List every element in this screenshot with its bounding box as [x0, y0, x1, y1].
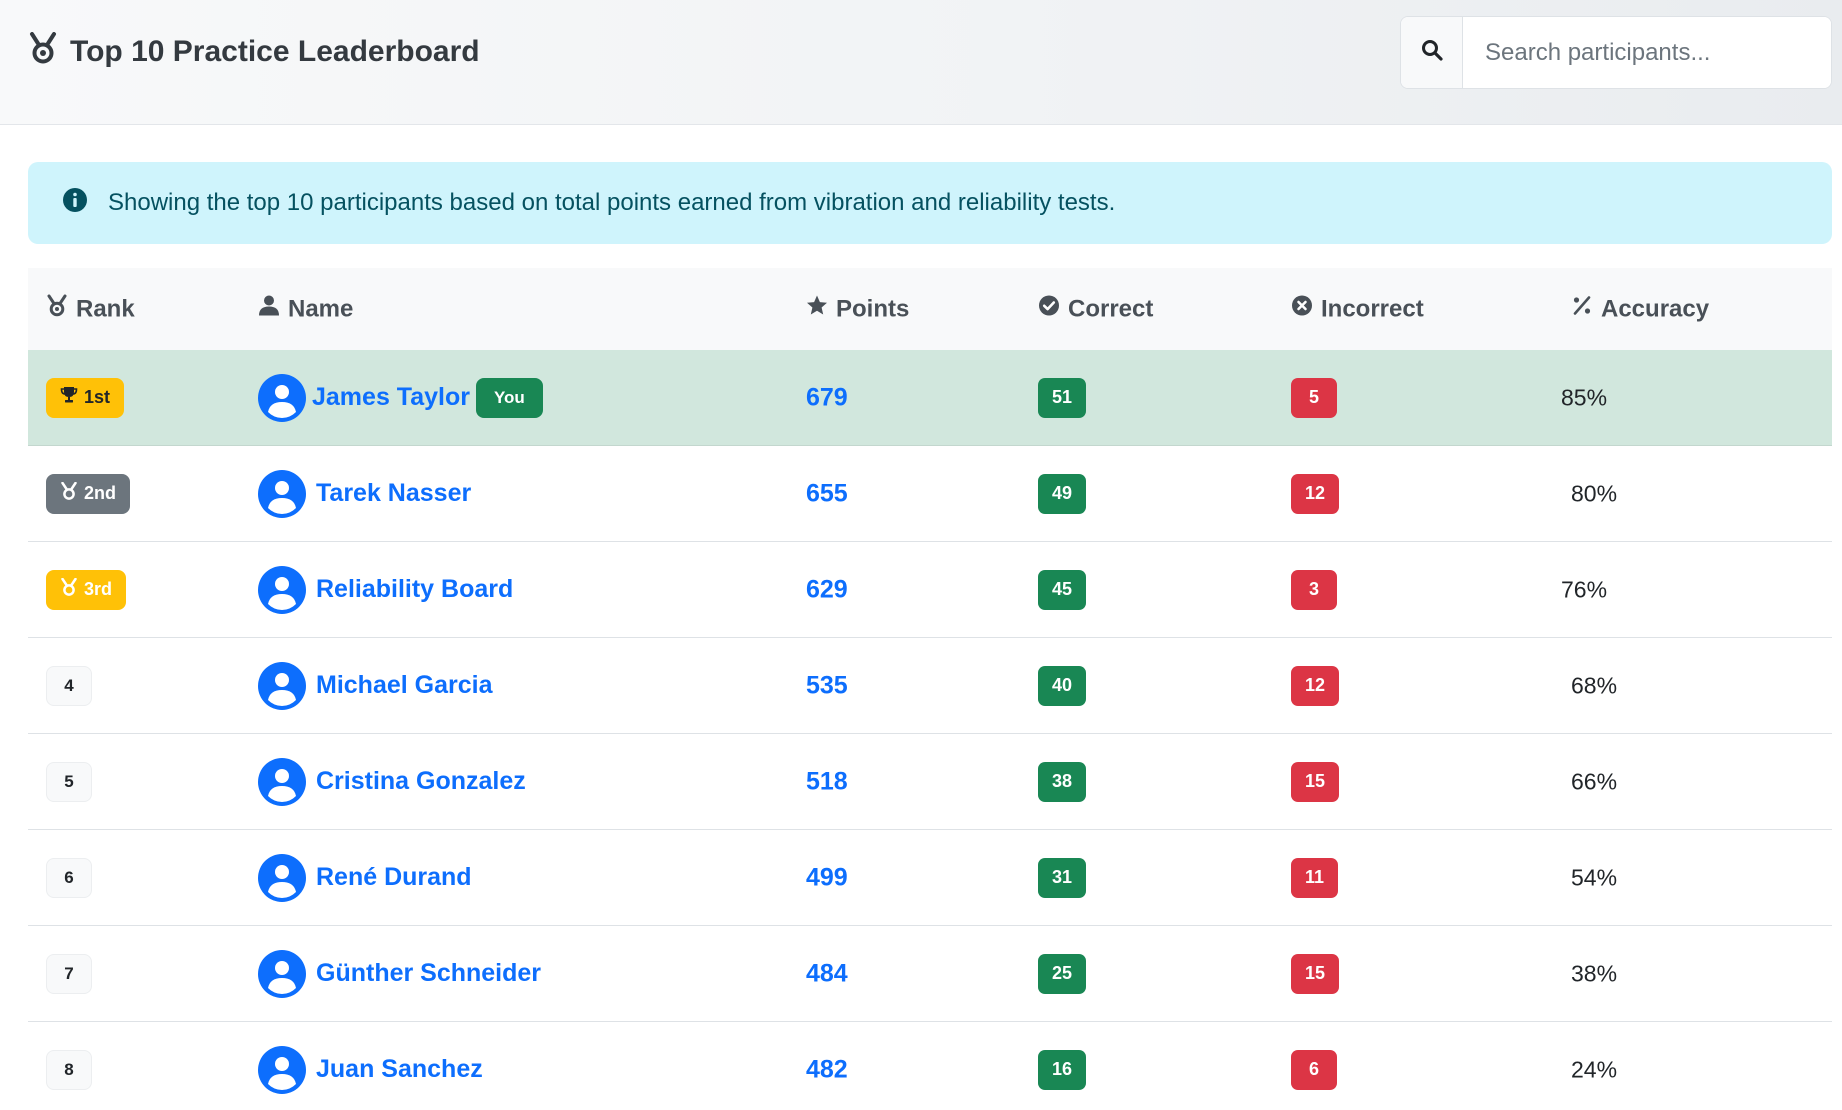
user-avatar-icon — [258, 949, 306, 998]
correct-badge: 16 — [1038, 1049, 1087, 1090]
table-row: 3rd Reliability Board 629 45 3 76% — [28, 542, 1832, 638]
user-avatar-icon — [258, 1045, 306, 1094]
participant-name-link[interactable]: Reliability Board — [316, 575, 513, 604]
points-value: 484 — [806, 959, 848, 987]
accuracy-value: 80% — [1571, 480, 1618, 506]
participant-name-link[interactable]: René Durand — [316, 863, 472, 892]
medal-icon — [46, 294, 68, 324]
percent-icon — [1571, 295, 1593, 324]
star-icon — [806, 295, 828, 324]
table-row: 2nd Tarek Nasser 655 49 12 80% — [28, 446, 1832, 542]
table-row: 6 René Durand 499 31 11 54% — [28, 830, 1832, 926]
incorrect-badge: 12 — [1291, 473, 1340, 514]
table-row: 5 Cristina Gonzalez 518 38 15 66% — [28, 734, 1832, 830]
rank-badge: 1st — [46, 377, 125, 418]
correct-badge: 51 — [1038, 377, 1087, 418]
column-header-accuracy[interactable]: Accuracy — [1571, 295, 1709, 324]
points-value: 482 — [806, 1055, 848, 1083]
user-avatar-icon — [258, 565, 306, 614]
column-header-correct[interactable]: Correct — [1038, 295, 1153, 324]
rank-badge: 6 — [46, 857, 92, 898]
points-value: 629 — [806, 575, 848, 603]
user-icon — [258, 295, 280, 324]
accuracy-value: 76% — [1561, 576, 1608, 602]
table-row: 7 Günther Schneider 484 25 15 38% — [28, 926, 1832, 1022]
points-value: 655 — [806, 479, 848, 507]
incorrect-badge: 3 — [1291, 569, 1337, 610]
incorrect-badge: 5 — [1291, 377, 1337, 418]
rank-badge: 4 — [46, 665, 92, 706]
incorrect-badge: 11 — [1291, 857, 1339, 898]
correct-badge: 38 — [1038, 761, 1087, 802]
you-badge: You — [475, 377, 543, 418]
check-circle-icon — [1038, 295, 1060, 324]
page-header: Top 10 Practice Leaderboard — [0, 0, 1842, 125]
points-value: 535 — [806, 671, 848, 699]
participant-name-link[interactable]: Cristina Gonzalez — [316, 767, 526, 796]
column-header-name[interactable]: Name — [258, 295, 353, 324]
correct-badge: 31 — [1038, 857, 1087, 898]
correct-badge: 45 — [1038, 569, 1087, 610]
accuracy-value: 24% — [1571, 1056, 1618, 1082]
user-avatar-icon — [258, 853, 306, 902]
incorrect-badge: 15 — [1291, 953, 1340, 994]
rank-badge: 5 — [46, 761, 92, 802]
rank-badge: 7 — [46, 953, 92, 994]
user-avatar-icon — [258, 757, 306, 806]
user-avatar-icon — [258, 373, 306, 422]
participant-name-link[interactable]: Michael Garcia — [316, 671, 492, 700]
incorrect-badge: 15 — [1291, 761, 1340, 802]
column-header-incorrect[interactable]: Incorrect — [1291, 295, 1424, 324]
participant-name-link[interactable]: Juan Sanchez — [316, 1055, 483, 1084]
participant-name-link[interactable]: Tarek Nasser — [316, 479, 471, 508]
leaderboard-table: Rank Name Points Correct Incorrect Accur… — [28, 268, 1832, 1110]
points-value: 679 — [806, 383, 848, 411]
page-title: Top 10 Practice Leaderboard — [28, 32, 480, 72]
search-input[interactable] — [1463, 17, 1831, 88]
table-row: 8 Juan Sanchez 482 16 6 24% — [28, 1022, 1832, 1110]
info-alert: Showing the top 10 participants based on… — [28, 162, 1832, 244]
page-title-text: Top 10 Practice Leaderboard — [70, 35, 480, 68]
search-group — [1400, 16, 1832, 89]
accuracy-value: 54% — [1571, 864, 1618, 890]
table-header: Rank Name Points Correct Incorrect Accur… — [28, 268, 1832, 350]
accuracy-value: 68% — [1571, 672, 1618, 698]
column-header-points[interactable]: Points — [806, 295, 909, 324]
incorrect-badge: 12 — [1291, 665, 1340, 706]
trophy-icon — [60, 386, 78, 409]
column-header-rank[interactable]: Rank — [46, 294, 135, 324]
correct-badge: 49 — [1038, 473, 1087, 514]
incorrect-badge: 6 — [1291, 1049, 1337, 1090]
user-avatar-icon — [258, 661, 306, 710]
points-value: 518 — [806, 767, 848, 795]
accuracy-value: 85% — [1561, 384, 1608, 410]
medal-icon — [60, 577, 78, 601]
rank-badge: 2nd — [46, 473, 131, 514]
rank-badge: 3rd — [46, 569, 127, 610]
table-row: 4 Michael Garcia 535 40 12 68% — [28, 638, 1832, 734]
search-button[interactable] — [1401, 17, 1463, 88]
medal-icon — [28, 32, 58, 72]
search-icon — [1420, 38, 1444, 67]
points-value: 499 — [806, 863, 848, 891]
correct-badge: 25 — [1038, 953, 1087, 994]
info-circle-icon — [62, 187, 88, 220]
accuracy-value: 66% — [1571, 768, 1618, 794]
rank-badge: 8 — [46, 1049, 92, 1090]
user-avatar-icon — [258, 469, 306, 518]
table-row-current-user: 1st James Taylor You 679 51 5 85% — [28, 350, 1832, 446]
x-circle-icon — [1291, 295, 1313, 324]
info-alert-text: Showing the top 10 participants based on… — [108, 189, 1116, 216]
participant-name-link[interactable]: Günther Schneider — [316, 959, 541, 988]
medal-icon — [60, 481, 78, 505]
participant-name-link[interactable]: James Taylor — [312, 383, 470, 412]
correct-badge: 40 — [1038, 665, 1087, 706]
accuracy-value: 38% — [1571, 960, 1618, 986]
